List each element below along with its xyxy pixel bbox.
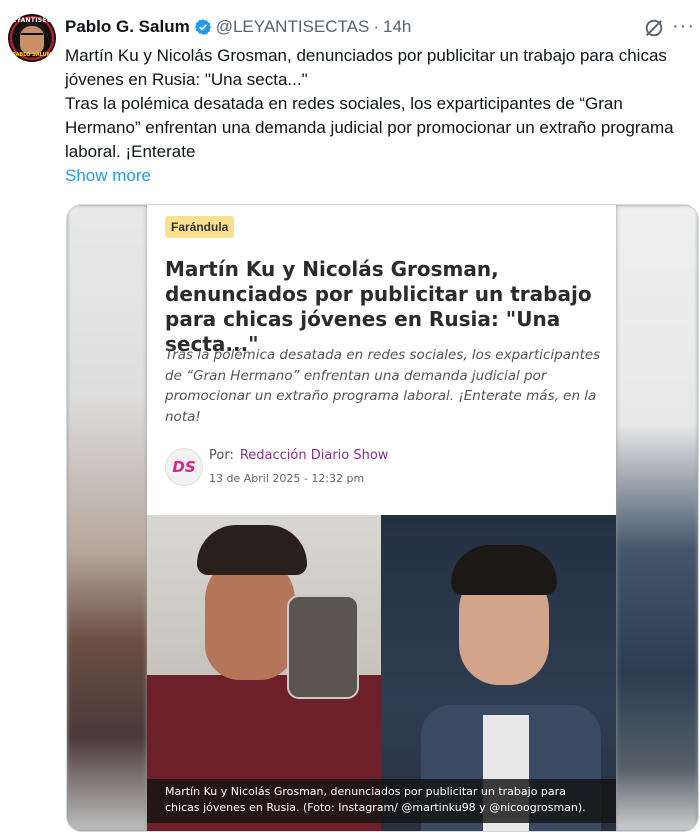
photo-left-hair [197,525,307,575]
avatar-glasses [21,33,43,40]
media-blur-left [67,205,147,831]
photo-right-hair [451,545,557,595]
tweet-header: Pablo G. Salum @LEYANTISECTAS · 14h [65,16,411,38]
byline: Por: Redacción Diario Show [209,448,388,463]
avatar[interactable]: LEYANTISECTAS PABLO SALUM [8,14,56,62]
avatar-bottom-text: PABLO SALUM [12,52,52,58]
media-blur-right [616,205,698,831]
tweet-timestamp[interactable]: 14h [383,17,411,37]
article-photo: Martín Ku y Nicolás Grosman, denunciados… [147,515,616,831]
user-handle[interactable]: @LEYANTISECTAS [216,17,370,37]
article-screenshot: Farándula Martín Ku y Nicolás Grosman, d… [147,205,616,831]
show-more-link[interactable]: Show more [65,166,151,186]
logo-letter-s: S [184,458,196,476]
more-options-icon[interactable]: ··· [672,15,695,38]
separator-dot: · [373,17,379,36]
photo-left-phone [287,595,359,699]
user-name[interactable]: Pablo G. Salum [65,17,190,37]
category-tag: Farándula [165,216,235,238]
tweet-media[interactable]: Farándula Martín Ku y Nicolás Grosman, d… [66,204,699,832]
tweet-text: Martín Ku y Nicolás Grosman, denunciados… [65,44,690,164]
article-summary: Tras la polémica desatada en redes socia… [165,347,601,425]
grok-icon[interactable] [643,17,665,39]
logo-letter-d: D [172,458,185,476]
article-date: 13 de Abril 2025 - 12:32 pm [209,472,365,485]
tweet-text-line2: Tras la polémica desatada en redes socia… [65,94,674,161]
author-link: Redacción Diario Show [239,448,389,463]
byline-label: Por: [209,448,234,463]
diario-show-logo: DS [165,448,203,486]
tweet-text-line1: Martín Ku y Nicolás Grosman, denunciados… [65,46,667,89]
verified-badge-icon [194,19,211,35]
article-title: Martín Ku y Nicolás Grosman, denunciados… [165,257,592,356]
avatar-face [20,26,44,54]
photo-caption: Martín Ku y Nicolás Grosman, denunciados… [147,779,616,823]
